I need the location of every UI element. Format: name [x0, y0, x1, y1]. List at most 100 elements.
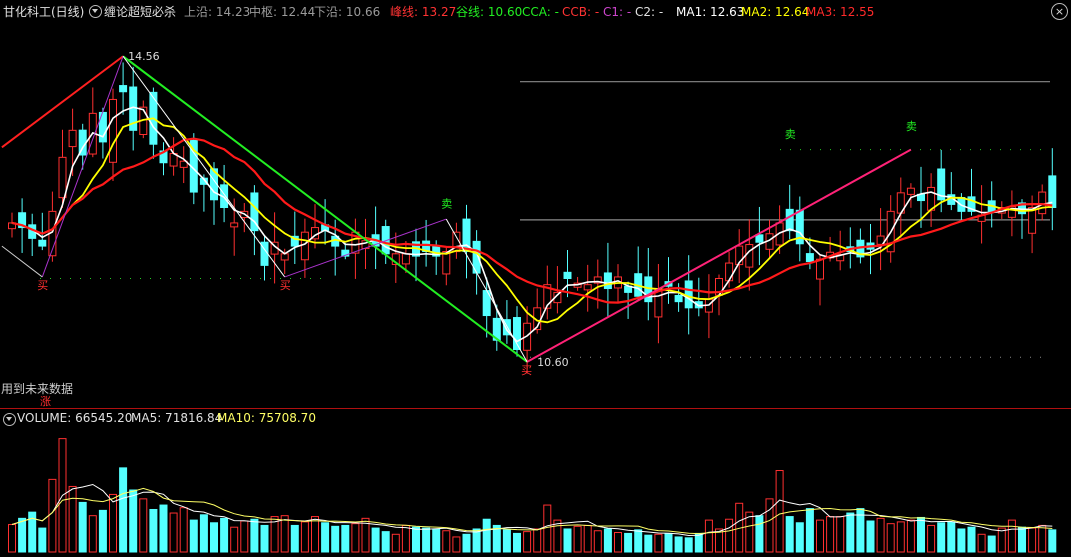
volume-bar [351, 523, 360, 553]
volume-bar [331, 525, 340, 553]
close-icon[interactable] [1051, 3, 1068, 20]
volume-bar [977, 533, 986, 553]
volume-bar [482, 518, 491, 553]
volume-bar [997, 527, 1006, 553]
pink-trend-line [526, 148, 912, 363]
volume-bar [513, 532, 521, 553]
volume-bar [8, 524, 16, 553]
buy-marker-2: 买 [280, 279, 291, 292]
volume-bar [917, 516, 925, 553]
volume-bar [593, 530, 602, 553]
volume-ma10-label: MA10: 75708.70 [217, 411, 316, 425]
volume-bar [674, 536, 683, 553]
volume-bar [250, 518, 259, 553]
candle-body [1038, 191, 1047, 215]
volume-bar [927, 524, 936, 553]
candle-body [119, 85, 128, 93]
volume-bar [159, 504, 168, 553]
volume-bar [260, 524, 269, 553]
white-stroke-2 [445, 218, 528, 363]
volume-bar [220, 517, 229, 553]
volume-label: VOLUME: 66545.20 [17, 411, 133, 425]
volume-bar [1048, 529, 1057, 553]
buy-marker-1: 买 [37, 279, 48, 292]
candle-body [442, 250, 451, 275]
cca-label: CCA: - [522, 5, 559, 19]
volume-bar [321, 522, 330, 553]
center-label: 中枢: 12.44 [249, 5, 316, 19]
volume-bar [634, 529, 643, 553]
volume-bar [725, 518, 734, 553]
candle-body [674, 294, 683, 303]
volume-bar [664, 532, 673, 553]
volume-bar [624, 532, 633, 553]
candle-body [684, 280, 693, 309]
ccb-label: CCB: - [562, 5, 600, 19]
volume-bar [290, 524, 299, 553]
volume-bar [816, 519, 824, 553]
ma2-label: MA2: 12.64 [741, 5, 810, 19]
volume-bar [391, 533, 400, 553]
volume-bar [139, 498, 148, 553]
volume-bar [422, 527, 431, 553]
volume-dropdown-icon[interactable] [3, 413, 16, 426]
volume-bar [502, 529, 511, 553]
volume-bar [210, 522, 218, 553]
low-price-label: 10.60 [537, 356, 569, 369]
volume-bar [280, 515, 289, 553]
volume-bar [1018, 526, 1026, 553]
volume-bar [573, 525, 582, 553]
candle-body [401, 253, 410, 265]
volume-bar [452, 536, 461, 553]
volume-bar [785, 516, 794, 553]
volume-bar [78, 501, 87, 553]
volume-bar [866, 520, 875, 553]
volume-bar [189, 519, 198, 553]
volume-bar [381, 531, 390, 553]
volume-bar [199, 514, 208, 553]
c2-label: C2: - [635, 5, 664, 19]
lower-label: 下沿: 10.66 [314, 5, 381, 19]
volume-bar [1028, 527, 1037, 553]
volume-bar [795, 522, 804, 553]
volume-bar [1038, 524, 1047, 553]
volume-bar [311, 516, 319, 553]
volume-bar [300, 521, 309, 553]
candle-body [654, 289, 663, 318]
volume-bar [88, 515, 97, 553]
c1-label: C1: - [603, 5, 632, 19]
volume-bar [129, 489, 138, 553]
candle-body [230, 222, 239, 228]
volume-ma10-line [11, 487, 1053, 535]
volume-bar [836, 516, 845, 553]
ma1-label: MA1: 12.63 [676, 5, 745, 19]
volume-bar [805, 508, 814, 553]
high-price-label: 14.56 [128, 50, 160, 63]
volume-bar [583, 524, 592, 553]
volume-bar [523, 531, 532, 553]
volume-bar [937, 522, 946, 553]
sell-marker-2: 卖 [785, 128, 796, 141]
candle-body [816, 258, 824, 280]
buy-marker-3: 买 [521, 364, 532, 377]
volume-bar [371, 527, 380, 553]
volume-bar [967, 526, 976, 553]
volume-bar [169, 512, 178, 553]
volume-bar [563, 528, 572, 553]
stock-title[interactable]: 甘化科工(日线) [3, 5, 84, 19]
candle-body [745, 244, 754, 268]
volume-bar [947, 521, 956, 553]
volume-bar [432, 528, 441, 553]
volume-bar [341, 524, 350, 553]
volume-bar [654, 533, 663, 553]
indicator-dropdown-icon[interactable] [89, 5, 102, 18]
volume-bar [48, 478, 57, 553]
indicator-name[interactable]: 缠论超短必杀 [104, 5, 176, 19]
candle-body [906, 187, 915, 195]
volume-bar [846, 512, 855, 553]
grid-layer [40, 81, 1050, 358]
peak-label: 峰线: 13.27 [390, 5, 457, 19]
candle-body [805, 253, 814, 263]
future-data-note: 用到未来数据 [1, 382, 74, 396]
volume-bar [896, 521, 905, 553]
